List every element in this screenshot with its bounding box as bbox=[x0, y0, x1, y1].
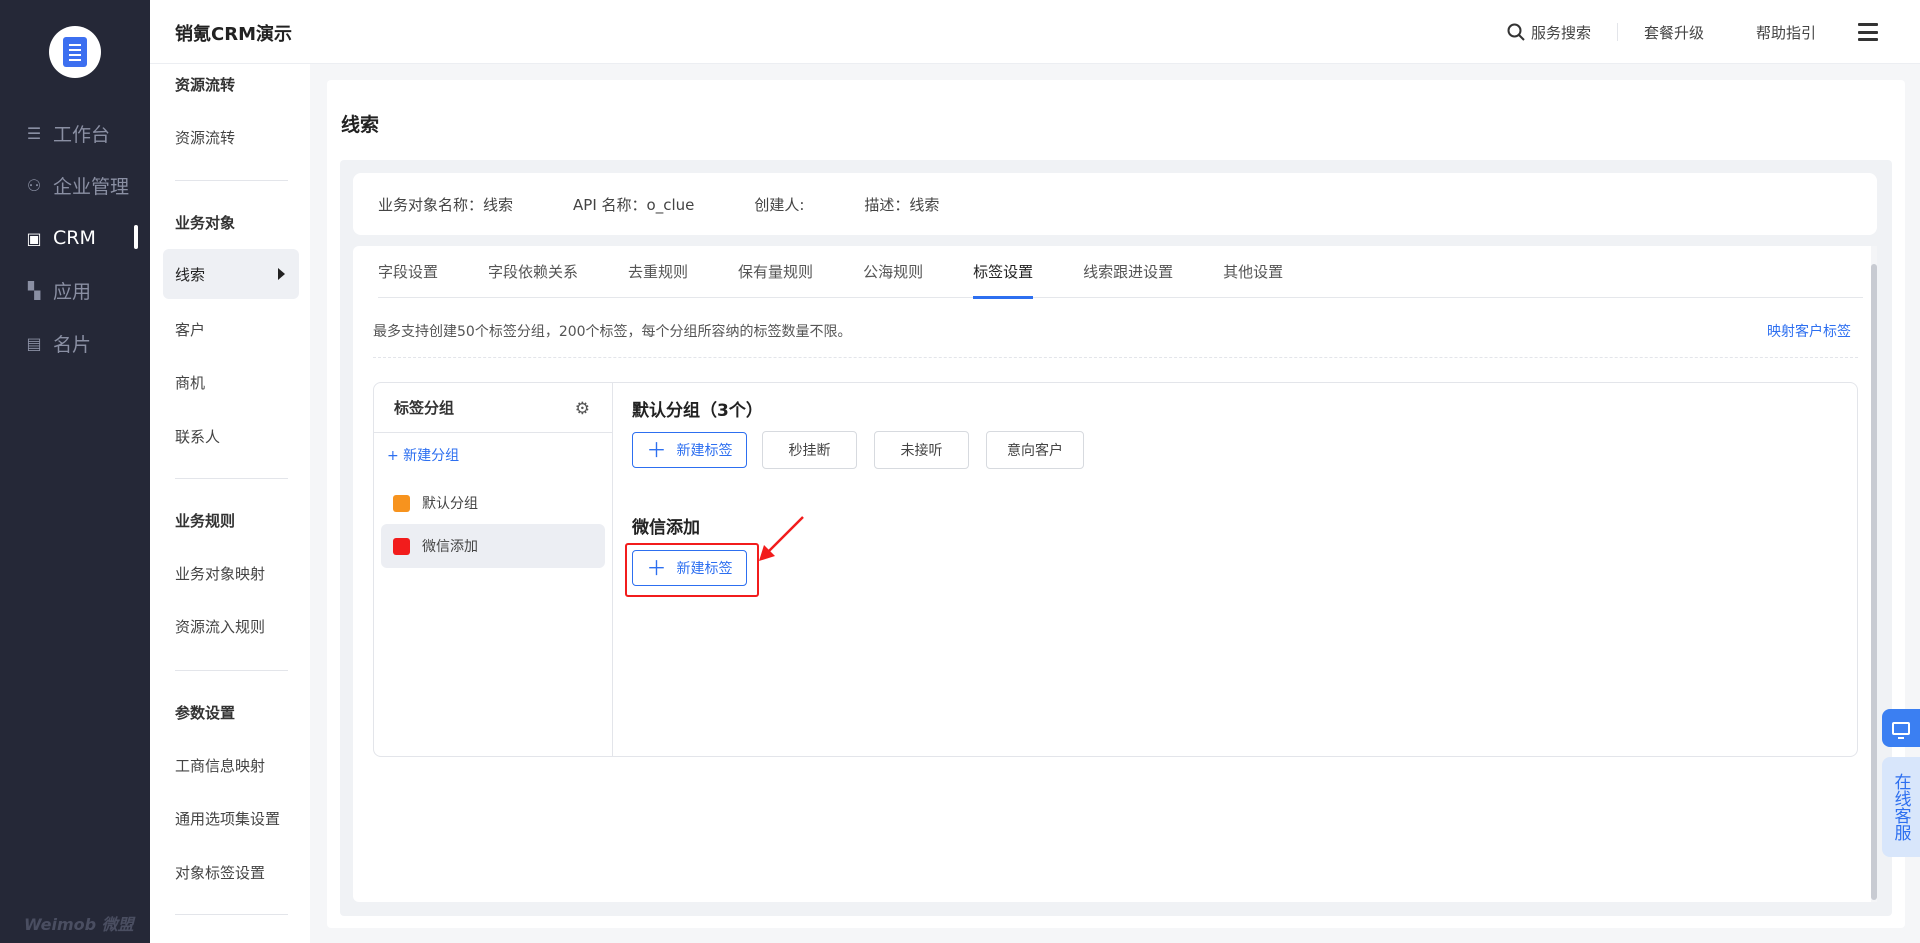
tab-field-dependency[interactable]: 字段依赖关系 bbox=[488, 246, 578, 298]
divider bbox=[175, 914, 288, 915]
group-item-wechat[interactable]: 微信添加 bbox=[381, 524, 605, 568]
section-header-biz-object: 业务对象 bbox=[175, 214, 236, 232]
settings-tabs: 字段设置 字段依赖关系 去重规则 保有量规则 公海规则 标签设置 线索跟进设置 … bbox=[378, 246, 1863, 299]
new-tag-button-default[interactable]: ＋ 新建标签 bbox=[632, 432, 747, 468]
tab-public-pool-rules[interactable]: 公海规则 bbox=[863, 246, 923, 298]
tag-group-title: 标签分组 bbox=[394, 399, 455, 417]
org-icon: ⚇ bbox=[26, 175, 42, 195]
online-service-button[interactable]: 在线客服 bbox=[1882, 757, 1920, 857]
card-icon: ▤ bbox=[26, 333, 42, 353]
page-title: 线索 bbox=[341, 114, 380, 136]
tag-group-list: 标签分组 ⚙ + 新建分组 默认分组 微信添加 bbox=[374, 383, 613, 756]
subnav-item-contact[interactable]: 联系人 bbox=[175, 426, 220, 447]
subnav-item-object-mapping[interactable]: 业务对象映射 bbox=[175, 563, 265, 584]
group-item-default[interactable]: 默认分组 bbox=[381, 481, 605, 525]
object-name: 业务对象名称：线索 bbox=[378, 195, 514, 214]
nav-label: 工作台 bbox=[53, 123, 111, 146]
tag-chip[interactable]: 意向客户 bbox=[986, 431, 1084, 469]
description: 描述：线索 bbox=[864, 195, 940, 214]
tab-follow-up-settings[interactable]: 线索跟进设置 bbox=[1083, 246, 1173, 298]
tab-tag-settings[interactable]: 标签设置 bbox=[973, 246, 1034, 299]
service-search-label: 服务搜索 bbox=[1530, 23, 1591, 42]
caret-right-icon bbox=[278, 268, 285, 280]
subnav-item-resource-inflow[interactable]: 资源流入规则 bbox=[175, 616, 265, 637]
subnav-item-opportunity[interactable]: 商机 bbox=[175, 372, 205, 393]
new-tag-label: 新建标签 bbox=[676, 443, 733, 459]
divider bbox=[175, 670, 288, 671]
section-title-wechat: 微信添加 bbox=[632, 518, 700, 538]
creator: 创建人: bbox=[754, 195, 805, 214]
highlight-box bbox=[625, 543, 759, 597]
nav-active-indicator bbox=[134, 225, 138, 249]
service-search-button[interactable]: 服务搜索 bbox=[1481, 22, 1617, 43]
workbench-icon: ☰ bbox=[26, 123, 42, 143]
group-name: 微信添加 bbox=[422, 539, 478, 555]
weimob-logo: Weimob 微盟 bbox=[24, 915, 134, 934]
crm-icon: ▣ bbox=[26, 228, 42, 248]
tag-panel: 标签分组 ⚙ + 新建分组 默认分组 微信添加 默认分组（3个） ＋ 新建标签 … bbox=[373, 382, 1858, 757]
sub-sidebar: 资源流转 资源流转 业务对象 线索 客户 商机 联系人 业务规则 业务对象映射 … bbox=[150, 64, 310, 943]
tag-group-header: 标签分组 ⚙ bbox=[374, 383, 612, 433]
annotation-arrow-icon bbox=[759, 516, 804, 561]
group-color-swatch bbox=[393, 537, 410, 555]
nav-item-workbench[interactable]: ☰ 工作台 bbox=[25, 118, 110, 148]
new-group-button[interactable]: + 新建分组 bbox=[387, 445, 459, 465]
online-service-label: 在线客服 bbox=[1890, 773, 1911, 841]
tab-field-settings[interactable]: 字段设置 bbox=[378, 246, 438, 298]
content-area: 业务对象名称：线索 API 名称：o_clue 创建人: 描述：线索 字段设置 … bbox=[340, 160, 1892, 916]
nav-item-cards[interactable]: ▤ 名片 bbox=[25, 328, 91, 358]
section-title-default: 默认分组（3个） bbox=[632, 401, 763, 421]
subnav-item-object-tag[interactable]: 对象标签设置 bbox=[175, 862, 265, 883]
subnav-item-customer[interactable]: 客户 bbox=[175, 319, 205, 340]
settings-card: 字段设置 字段依赖关系 去重规则 保有量规则 公海规则 标签设置 线索跟进设置 … bbox=[353, 246, 1877, 902]
document-icon bbox=[63, 37, 87, 67]
nav-item-crm[interactable]: ▣ CRM bbox=[25, 223, 96, 253]
menu-icon[interactable] bbox=[1858, 23, 1878, 41]
section-header-biz-rules: 业务规则 bbox=[175, 512, 236, 530]
apps-icon: ▚ bbox=[27, 280, 41, 300]
app-logo[interactable] bbox=[49, 26, 101, 78]
nav-label: 名片 bbox=[53, 333, 92, 356]
main-panel: 线索 业务对象名称：线索 API 名称：o_clue 创建人: 描述：线索 字段… bbox=[327, 80, 1905, 928]
subnav-item-resource-flow[interactable]: 资源流转 bbox=[175, 127, 235, 148]
subnav-item-label: 线索 bbox=[175, 265, 206, 284]
gear-icon[interactable]: ⚙ bbox=[575, 399, 590, 419]
help-link[interactable]: 帮助指引 bbox=[1730, 22, 1842, 43]
divider bbox=[373, 357, 1858, 358]
map-customer-tags-link[interactable]: 映射客户标签 bbox=[1767, 321, 1851, 341]
nav-item-apps[interactable]: ▚ 应用 bbox=[25, 275, 91, 305]
subnav-item-biz-info-mapping[interactable]: 工商信息映射 bbox=[175, 755, 265, 776]
nav-label: CRM bbox=[53, 227, 96, 249]
divider bbox=[175, 180, 288, 181]
section-header-params: 参数设置 bbox=[175, 704, 236, 722]
monitor-icon bbox=[1892, 721, 1910, 739]
tab-dedup-rules[interactable]: 去重规则 bbox=[628, 246, 688, 298]
nav-item-org[interactable]: ⚇ 企业管理 bbox=[25, 170, 129, 200]
section-header-resource-flow: 资源流转 bbox=[175, 76, 236, 94]
subnav-item-option-set[interactable]: 通用选项集设置 bbox=[175, 808, 280, 829]
tag-chip[interactable]: 秒挂断 bbox=[762, 431, 857, 469]
scrollbar[interactable] bbox=[1871, 246, 1877, 902]
subnav-item-clue[interactable]: 线索 bbox=[163, 249, 299, 299]
scrollbar-thumb[interactable] bbox=[1871, 264, 1877, 900]
topbar: 销氪CRM演示 服务搜索 套餐升级 帮助指引 bbox=[150, 0, 1920, 64]
plus-icon: ＋ bbox=[646, 438, 667, 462]
tab-retention-rules[interactable]: 保有量规则 bbox=[738, 246, 813, 298]
divider bbox=[175, 478, 288, 479]
main-nav: ☰ 工作台 ⚇ 企业管理 ▣ CRM ▚ 应用 ▤ 名片 Weimob 微盟 bbox=[0, 0, 150, 943]
search-icon bbox=[1507, 23, 1525, 41]
tag-limit-hint: 最多支持创建50个标签分组，200个标签，每个分组所容纳的标签数量不限。 bbox=[373, 324, 852, 340]
app-title: 销氪CRM演示 bbox=[175, 24, 292, 45]
group-name: 默认分组 bbox=[422, 496, 478, 512]
tag-chip[interactable]: 未接听 bbox=[874, 431, 969, 469]
object-info-card: 业务对象名称：线索 API 名称：o_clue 创建人: 描述：线索 bbox=[353, 173, 1877, 235]
chat-widget-button[interactable] bbox=[1882, 709, 1920, 747]
tab-other-settings[interactable]: 其他设置 bbox=[1223, 246, 1283, 298]
upgrade-link[interactable]: 套餐升级 bbox=[1618, 22, 1730, 43]
group-color-swatch bbox=[393, 494, 410, 512]
nav-label: 企业管理 bbox=[53, 175, 130, 198]
api-name: API 名称：o_clue bbox=[573, 195, 695, 214]
nav-label: 应用 bbox=[53, 280, 92, 303]
